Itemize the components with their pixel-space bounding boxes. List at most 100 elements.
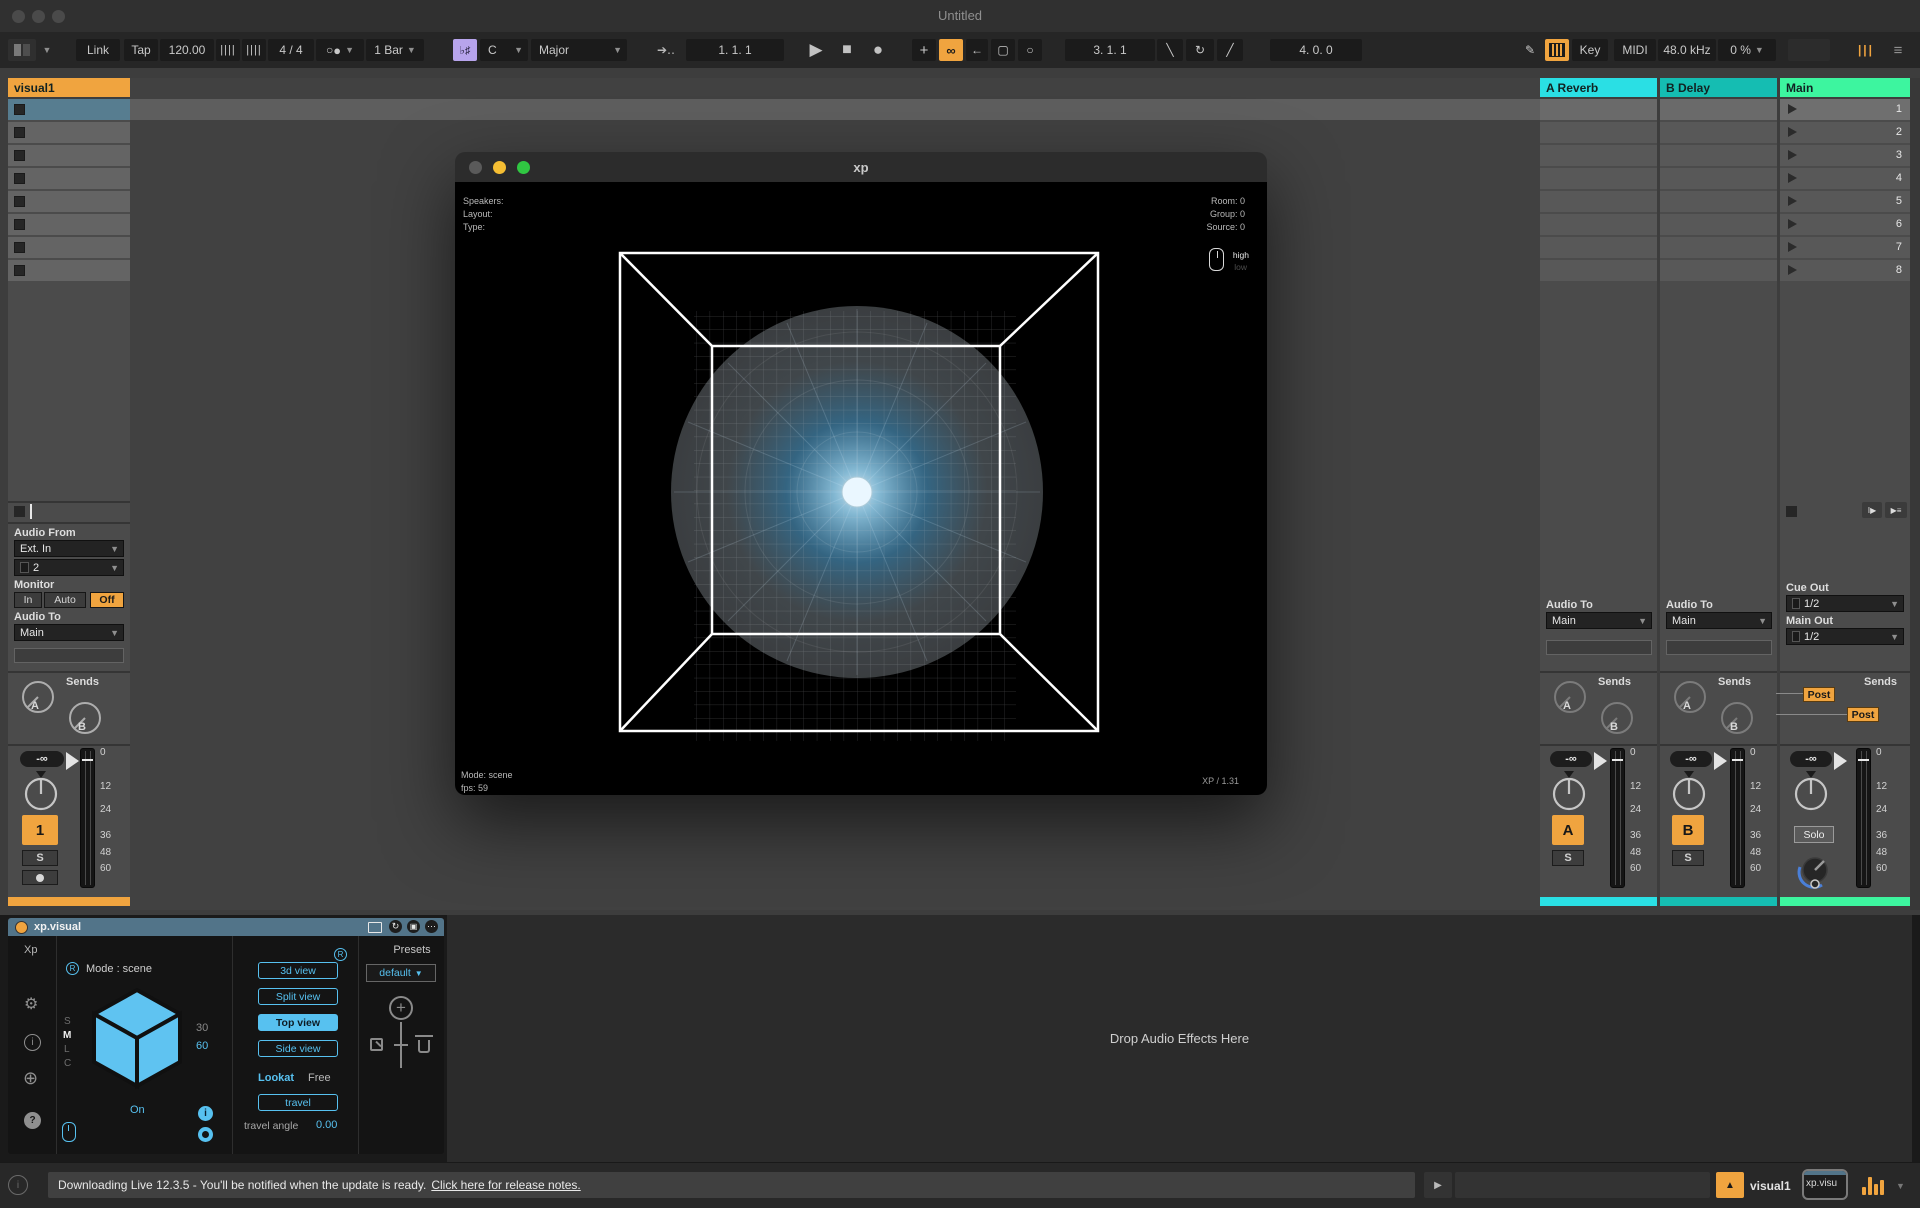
- update-message[interactable]: Downloading Live 12.3.5 - You'll be noti…: [48, 1172, 1415, 1198]
- globe-icon[interactable]: ⊕: [23, 1068, 38, 1089]
- nudge-down-button[interactable]: ||||: [216, 39, 240, 61]
- scene-slot[interactable]: 4: [1780, 168, 1910, 189]
- loop-start-field[interactable]: 3. 1. 1: [1065, 39, 1155, 61]
- view-chooser-icon[interactable]: [8, 39, 36, 61]
- close-icon[interactable]: [469, 161, 482, 174]
- device-titlebar[interactable]: xp.visual ↻ ▣ ⋯: [8, 918, 444, 936]
- return-slot[interactable]: [1660, 214, 1777, 235]
- key-map-button[interactable]: Key: [1572, 39, 1608, 61]
- main-out-select[interactable]: 1/2▼: [1786, 628, 1904, 645]
- sync-icon[interactable]: ↻: [389, 920, 402, 933]
- pan-knob[interactable]: [1790, 770, 1830, 812]
- scene-launch-icon[interactable]: [1788, 219, 1797, 229]
- return-slot[interactable]: [1540, 191, 1657, 212]
- device-drop-area[interactable]: Drop Audio Effects Here: [447, 915, 1912, 1162]
- session-record-button[interactable]: ○: [1018, 39, 1042, 61]
- track-arm-indicator-icon[interactable]: ▲: [1716, 1172, 1744, 1198]
- volume-fader-handle[interactable]: [66, 752, 79, 770]
- tap-tempo-button[interactable]: Tap: [124, 39, 158, 61]
- quantization-menu[interactable]: 1 Bar▼: [366, 39, 424, 61]
- time-signature-field[interactable]: 4 / 4: [268, 39, 314, 61]
- midi-overdub-button[interactable]: ∞: [939, 39, 963, 61]
- device-activator-icon[interactable]: [15, 921, 28, 934]
- more-options-icon[interactable]: ⋯: [425, 920, 438, 933]
- clip-stop-icon[interactable]: [14, 104, 25, 115]
- notification-icon[interactable]: i: [8, 1175, 28, 1195]
- session-view-toggle-icon[interactable]: |||: [1852, 39, 1880, 61]
- output-levels-icon[interactable]: [1862, 1175, 1888, 1195]
- view-side-button[interactable]: Side view: [258, 1040, 338, 1057]
- solo-cue-button[interactable]: Solo: [1794, 826, 1834, 843]
- travel-button[interactable]: travel: [258, 1094, 338, 1111]
- scene-slot[interactable]: 5: [1780, 191, 1910, 212]
- volume-display[interactable]: -∞: [20, 751, 64, 767]
- return-slot[interactable]: [1660, 145, 1777, 166]
- size-m[interactable]: M: [63, 1030, 71, 1041]
- selected-device-badge[interactable]: xp.visu: [1802, 1169, 1848, 1200]
- scene-launch-icon[interactable]: [1788, 127, 1797, 137]
- view-chooser-arrow-icon[interactable]: ▼: [38, 39, 52, 61]
- on-toggle[interactable]: On: [130, 1104, 145, 1116]
- view-top-button[interactable]: Top view: [258, 1014, 338, 1031]
- clip-slot[interactable]: [8, 260, 130, 281]
- track-header-main[interactable]: Main: [1780, 78, 1910, 97]
- arrangement-position-field[interactable]: 1. 1. 1: [686, 39, 784, 61]
- nudge-up-button[interactable]: ||||: [242, 39, 266, 61]
- tempo-field[interactable]: 120.00: [160, 39, 214, 61]
- track-activator-button[interactable]: B: [1672, 815, 1704, 845]
- unfollow-actions-icon[interactable]: ▶≡: [1885, 502, 1907, 518]
- volume-display[interactable]: -∞: [1670, 751, 1712, 767]
- scene-slot[interactable]: 1: [1780, 99, 1910, 120]
- follow-button[interactable]: ➔‥: [652, 39, 680, 61]
- return-slot[interactable]: [1660, 122, 1777, 143]
- clip-stop-icon[interactable]: [14, 242, 25, 253]
- loop-button[interactable]: ↻: [1186, 39, 1214, 61]
- audio-to-select[interactable]: Main▼: [1546, 612, 1652, 629]
- volume-display[interactable]: -∞: [1790, 751, 1832, 767]
- scene-slot[interactable]: 8: [1780, 260, 1910, 281]
- preview-play-icon[interactable]: ▶: [1424, 1172, 1452, 1198]
- lookat-value[interactable]: Free: [308, 1072, 331, 1084]
- send-a-post-toggle[interactable]: Post: [1803, 687, 1835, 702]
- clip-stop-icon[interactable]: [14, 265, 25, 276]
- key-scale-menu[interactable]: Major▼: [531, 39, 627, 61]
- cube-icon[interactable]: [92, 988, 182, 1090]
- clip-slot[interactable]: [8, 122, 130, 143]
- audio-to-select[interactable]: Main▼: [1666, 612, 1772, 629]
- minimize-icon[interactable]: [493, 161, 506, 174]
- pan-knob[interactable]: [20, 770, 60, 812]
- scene-slot[interactable]: 2: [1780, 122, 1910, 143]
- return-slot[interactable]: [1540, 260, 1657, 281]
- stop-all-clips-button[interactable]: [14, 506, 25, 517]
- return-slot[interactable]: [1540, 168, 1657, 189]
- return-slot[interactable]: [1660, 168, 1777, 189]
- monitor-off-button[interactable]: Off: [90, 592, 124, 608]
- key-signature-icon[interactable]: ♭♯: [453, 39, 477, 61]
- spatial-scene-visualization[interactable]: [455, 182, 1267, 795]
- scene-slot[interactable]: 7: [1780, 237, 1910, 258]
- recall-preset-icon[interactable]: [370, 1038, 383, 1051]
- record-button[interactable]: ●: [864, 39, 892, 61]
- monitor-auto-button[interactable]: Auto: [44, 592, 86, 608]
- mouse-icon[interactable]: [62, 1122, 76, 1142]
- scene-launch-icon[interactable]: [1788, 150, 1797, 160]
- new-midi-track-button[interactable]: +: [912, 39, 936, 61]
- track-header-b-delay[interactable]: B Delay: [1660, 78, 1777, 97]
- clip-slot[interactable]: [8, 168, 130, 189]
- track-header-visual1[interactable]: visual1: [8, 78, 130, 97]
- return-slot[interactable]: [1660, 260, 1777, 281]
- clip-stop-icon[interactable]: [14, 196, 25, 207]
- volume-display[interactable]: -∞: [1550, 751, 1592, 767]
- scene-launch-icon[interactable]: [1788, 104, 1797, 114]
- clip-slot[interactable]: [8, 99, 130, 120]
- draw-mode-icon[interactable]: ✎: [1518, 39, 1542, 61]
- preset-select[interactable]: default▼: [366, 964, 436, 982]
- clip-slot[interactable]: [8, 214, 130, 235]
- lookat-label[interactable]: Lookat: [258, 1072, 294, 1084]
- clip-slot[interactable]: [8, 191, 130, 212]
- return-slot[interactable]: [1540, 99, 1657, 120]
- xp-window-titlebar[interactable]: xp: [455, 152, 1267, 182]
- metronome-button[interactable]: ○●▼: [316, 39, 364, 61]
- clip-slot[interactable]: [8, 145, 130, 166]
- loop-length-field[interactable]: 4. 0. 0: [1270, 39, 1362, 61]
